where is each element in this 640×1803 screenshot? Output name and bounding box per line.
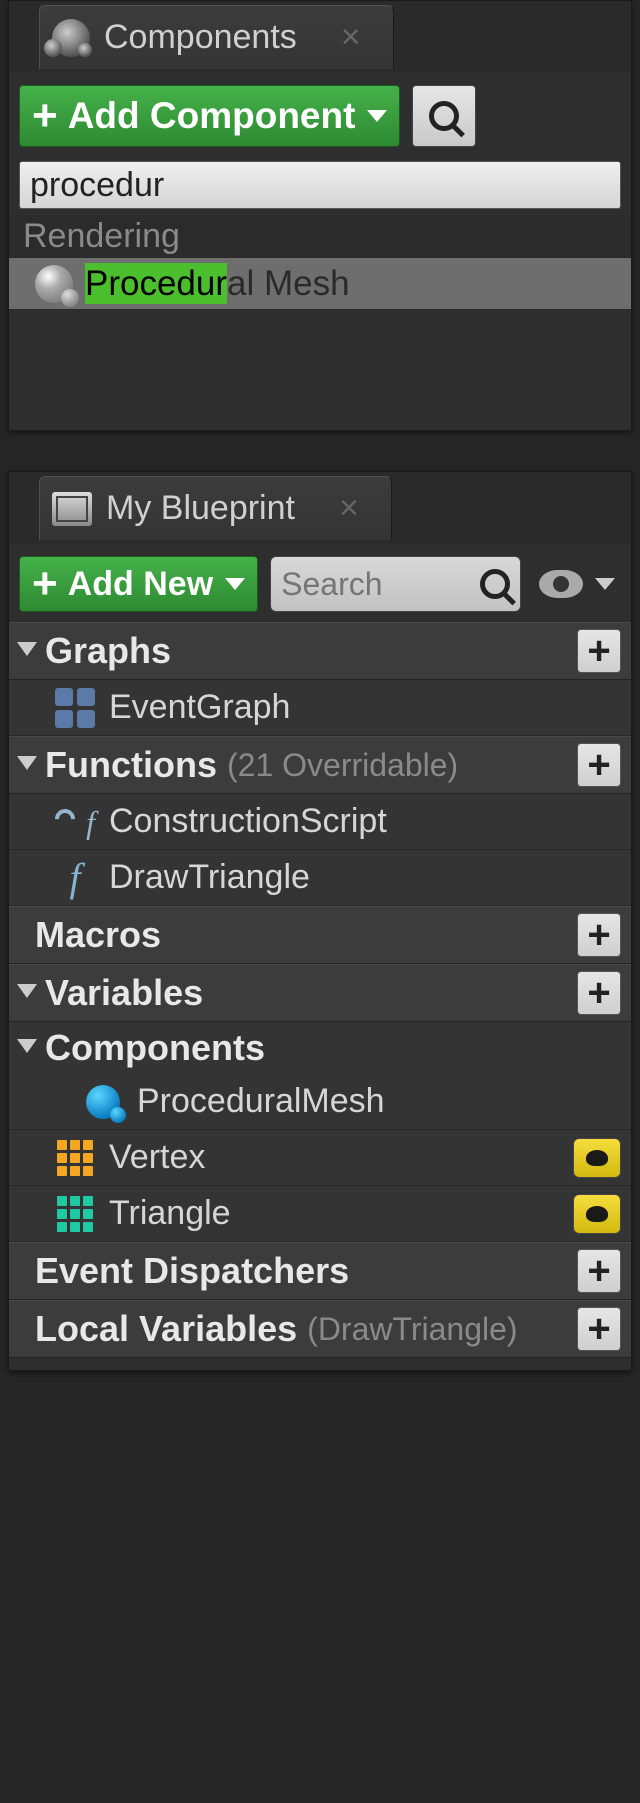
add-new-button[interactable]: + Add New [19, 556, 258, 612]
visibility-toggle[interactable] [573, 1138, 621, 1178]
chevron-down-icon [225, 578, 245, 590]
section-functions-sub: (21 Overridable) [227, 747, 458, 784]
tree-item-constructionscript[interactable]: f ConstructionScript [9, 794, 631, 850]
tree-item-label: DrawTriangle [109, 858, 310, 897]
add-component-button[interactable]: + Add Component [19, 85, 400, 147]
array-icon [55, 1138, 95, 1178]
blueprint-search-field[interactable] [270, 556, 521, 612]
search-result-suffix: al Mesh [227, 264, 350, 303]
blueprint-tab[interactable]: My Blueprint × [39, 476, 392, 540]
add-local-variable-button[interactable]: + [577, 1307, 621, 1351]
add-event-dispatcher-button[interactable]: + [577, 1249, 621, 1293]
section-functions[interactable]: Functions (21 Overridable) + [9, 736, 631, 794]
section-graphs[interactable]: Graphs + [9, 622, 631, 680]
component-search-field[interactable] [19, 161, 621, 209]
section-macros[interactable]: Macros + [9, 906, 631, 964]
plus-icon: + [32, 94, 58, 138]
section-event-dispatchers[interactable]: Event Dispatchers + [9, 1242, 631, 1300]
components-tab-title: Components [104, 18, 297, 57]
add-variable-button[interactable]: + [577, 971, 621, 1015]
section-variables[interactable]: Variables + [9, 964, 631, 1022]
tree-item-label: Vertex [109, 1138, 205, 1177]
components-tab-bar: Components × [9, 1, 631, 73]
search-components-button[interactable] [412, 85, 476, 147]
search-result-label: Procedural Mesh [85, 264, 350, 304]
add-graph-button[interactable]: + [577, 629, 621, 673]
plus-icon: + [32, 562, 58, 606]
mesh-icon [35, 265, 73, 303]
expand-icon [17, 1039, 37, 1053]
eye-icon [539, 570, 583, 598]
add-macro-button[interactable]: + [577, 913, 621, 957]
blueprint-tab-title: My Blueprint [106, 489, 295, 528]
visibility-toggle[interactable] [573, 1194, 621, 1234]
section-local-variables-title: Local Variables [35, 1308, 297, 1350]
section-components-vars[interactable]: Components [9, 1022, 631, 1074]
tree-item-vertex[interactable]: Vertex [9, 1130, 631, 1186]
section-functions-title: Functions [45, 744, 217, 786]
tree-item-eventgraph[interactable]: EventGraph [9, 680, 631, 736]
visibility-filter-button[interactable] [533, 570, 621, 598]
eye-icon [586, 1206, 608, 1222]
section-macros-title: Macros [35, 914, 161, 956]
search-result-procedural-mesh[interactable]: Procedural Mesh [9, 258, 631, 310]
add-function-button[interactable]: + [577, 743, 621, 787]
section-variables-title: Variables [45, 972, 203, 1014]
tree-item-label: ConstructionScript [109, 802, 387, 841]
section-graphs-title: Graphs [45, 630, 171, 672]
array-icon [55, 1194, 95, 1234]
search-icon [480, 569, 510, 599]
add-new-label: Add New [68, 565, 213, 604]
components-panel: Components × + Add Component Rendering P… [8, 0, 632, 431]
components-tab[interactable]: Components × [39, 5, 394, 69]
blueprint-icon [52, 492, 92, 526]
components-toolbar: + Add Component [9, 73, 631, 157]
tree-item-label: ProceduralMesh [137, 1082, 385, 1121]
expand-icon [17, 642, 37, 656]
expand-icon [17, 984, 37, 998]
function-icon [55, 858, 95, 898]
blueprint-toolbar: + Add New [9, 544, 631, 622]
component-icon [83, 1082, 123, 1122]
tree-item-label: Triangle [109, 1194, 231, 1233]
close-icon[interactable]: × [341, 18, 361, 57]
eye-icon [586, 1150, 608, 1166]
blueprint-tab-bar: My Blueprint × [9, 472, 631, 544]
blueprint-search-input[interactable] [281, 566, 472, 603]
tree-item-triangle[interactable]: Triangle [9, 1186, 631, 1242]
chevron-down-icon [595, 578, 615, 590]
tree-item-drawtriangle[interactable]: DrawTriangle [9, 850, 631, 906]
section-event-dispatchers-title: Event Dispatchers [35, 1250, 349, 1292]
search-category-header: Rendering [9, 215, 631, 258]
chevron-down-icon [367, 110, 387, 122]
components-icon [52, 19, 90, 57]
section-local-variables-sub: (DrawTriangle) [307, 1311, 577, 1348]
section-components-vars-title: Components [45, 1027, 265, 1069]
tree-item-label: EventGraph [109, 688, 290, 727]
expand-icon [17, 756, 37, 770]
component-search-input[interactable] [30, 166, 610, 205]
tree-item-proceduralmesh[interactable]: ProceduralMesh [9, 1074, 631, 1130]
section-local-variables[interactable]: Local Variables (DrawTriangle) + [9, 1300, 631, 1358]
add-component-label: Add Component [68, 95, 356, 137]
search-result-highlight: Procedur [85, 263, 227, 304]
my-blueprint-panel: My Blueprint × + Add New Graphs + EventG… [8, 471, 632, 1371]
close-icon[interactable]: × [339, 489, 359, 528]
graph-icon [55, 688, 95, 728]
search-icon [429, 101, 459, 131]
construction-script-icon: f [55, 803, 95, 841]
